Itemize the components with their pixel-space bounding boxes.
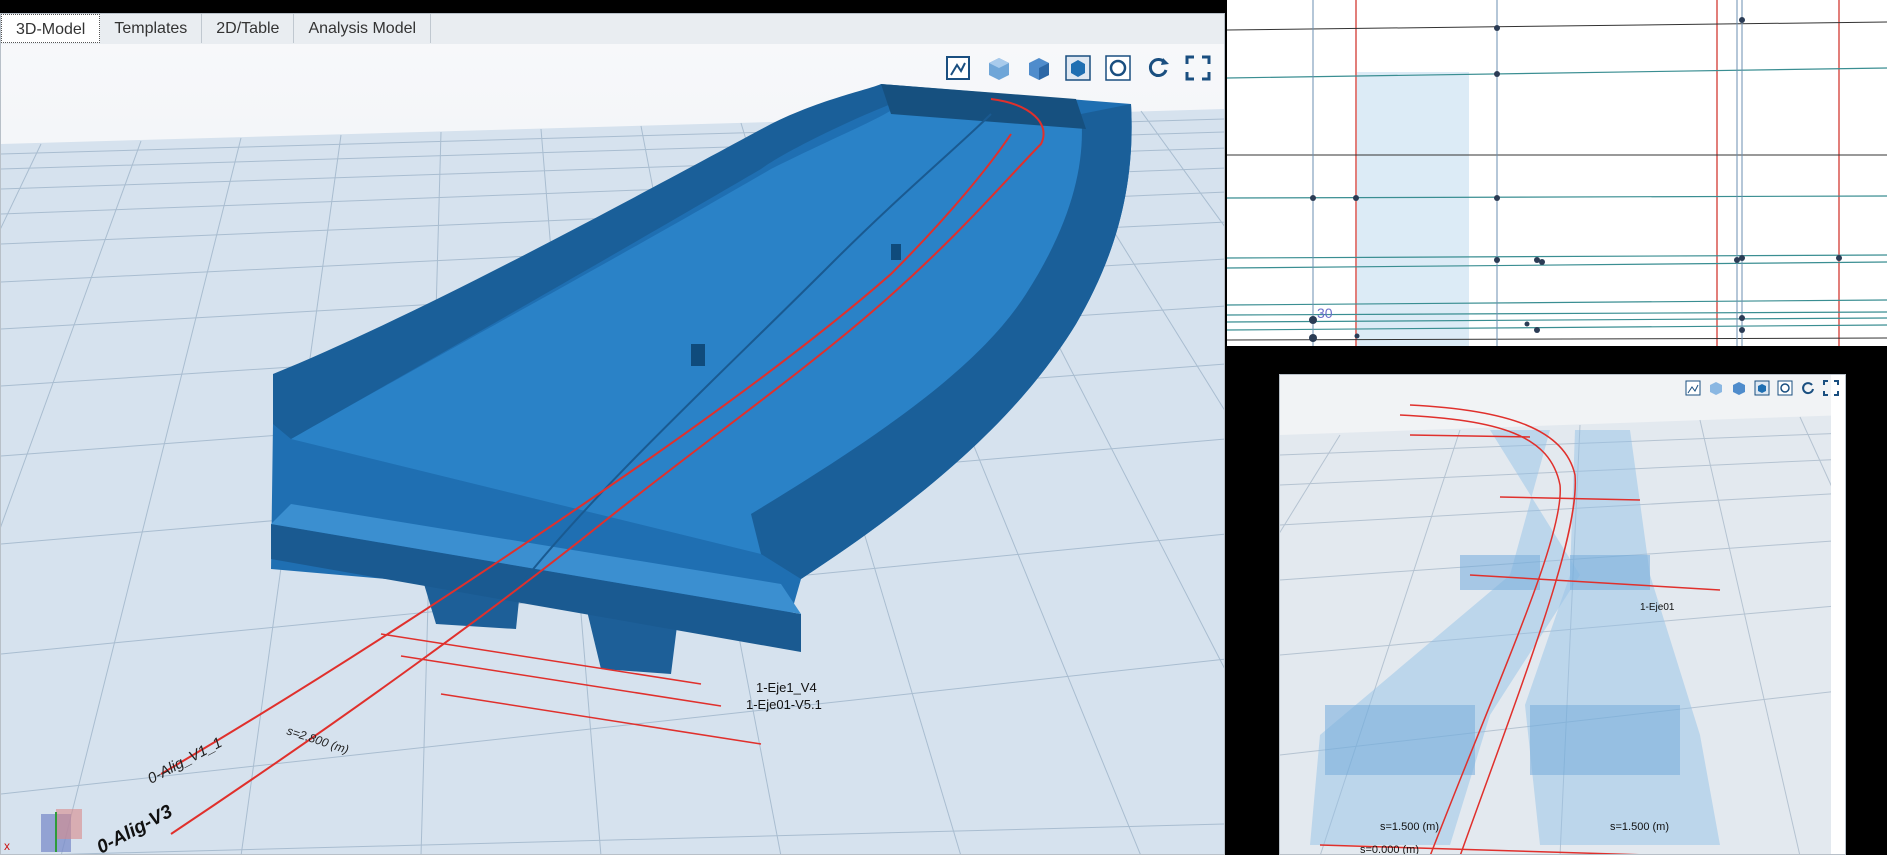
tab-analysis-model[interactable]: Analysis Model <box>294 14 432 43</box>
tab-3d-model[interactable]: 3D-Model <box>1 14 101 43</box>
axis-x-label: x <box>4 839 10 853</box>
main-3d-viewport[interactable]: 3D-Model Templates 2D/Table Analysis Mod… <box>0 13 1225 855</box>
mini-solid-view-icon[interactable] <box>1707 379 1724 396</box>
mini-rotate-icon[interactable] <box>1776 379 1793 396</box>
mini-station-bottom: s=0.000 (m) <box>1360 844 1419 855</box>
rotate-icon[interactable] <box>1104 54 1132 82</box>
screen: 3D-Model Templates 2D/Table Analysis Mod… <box>0 0 1887 855</box>
cad-dimension-label: 30 <box>1317 305 1333 321</box>
secondary-3d-viewport[interactable]: 1-Eje01 s=1.500 (m) s=0.000 (m) s=1.500 … <box>1279 374 1846 855</box>
mini-station-right: s=1.500 (m) <box>1610 821 1669 833</box>
secondary-model-scene[interactable]: 1-Eje01 s=1.500 (m) s=0.000 (m) s=1.500 … <box>1280 375 1846 855</box>
tab-templates[interactable]: Templates <box>100 14 203 43</box>
iso-view-icon[interactable] <box>1024 54 1052 82</box>
view-toolbar <box>944 54 1212 82</box>
mini-perspective-icon[interactable] <box>1684 379 1701 396</box>
model-scene[interactable]: 0-Alig_V1_1 0-Alig-V3 s=2.800 (m) 1-Eje1… <box>1 44 1225 855</box>
cad-section-view[interactable]: 30 <box>1227 0 1887 346</box>
refresh-icon[interactable] <box>1144 54 1172 82</box>
view-tab-bar: 3D-Model Templates 2D/Table Analysis Mod… <box>1 14 1224 45</box>
mini-axis-label: 1-Eje01 <box>1640 602 1675 613</box>
mini-box-view-icon[interactable] <box>1753 379 1770 396</box>
tab-2d-table[interactable]: 2D/Table <box>202 14 295 43</box>
cad-drawing[interactable]: 30 <box>1227 0 1887 346</box>
mini-station-top: s=1.500 (m) <box>1380 821 1439 833</box>
mini-scroll-edge <box>1831 375 1845 854</box>
mini-iso-view-icon[interactable] <box>1730 379 1747 396</box>
mini-fullscreen-icon[interactable] <box>1822 379 1839 396</box>
solid-view-icon[interactable] <box>984 54 1012 82</box>
axis-v4-label: 1-Eje1_V4 <box>756 680 817 695</box>
box-view-icon[interactable] <box>1064 54 1092 82</box>
mini-toolbar <box>1684 379 1839 396</box>
perspective-icon[interactable] <box>944 54 972 82</box>
fullscreen-icon[interactable] <box>1184 54 1212 82</box>
mini-refresh-icon[interactable] <box>1799 379 1816 396</box>
axis-v5-label: 1-Eje01-V5.1 <box>746 697 822 712</box>
